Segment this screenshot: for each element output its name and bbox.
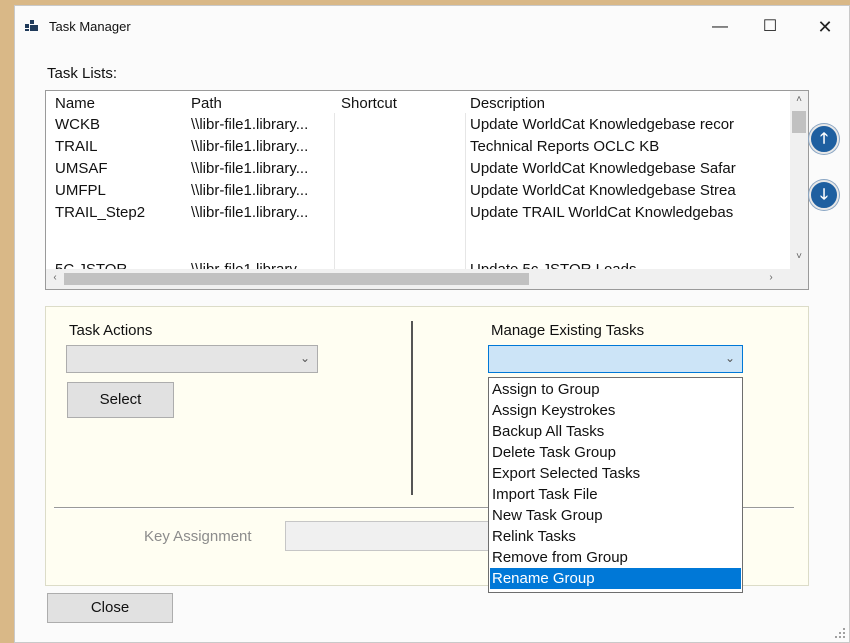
cell-path: \\libr-file1.library...: [191, 138, 309, 155]
dropdown-option[interactable]: New Task Group: [490, 505, 741, 526]
app-icon: [25, 20, 38, 31]
close-window-button[interactable]: ✕: [802, 12, 848, 42]
task-actions-label: Task Actions: [69, 322, 153, 339]
title-bar[interactable]: Task Manager — ☐ ✕: [15, 6, 849, 48]
dropdown-option[interactable]: Export Selected Tasks: [490, 463, 741, 484]
cell-path: \\libr-file1.library...: [189, 258, 337, 269]
dropdown-option[interactable]: Remove from Group: [490, 547, 741, 568]
column-header-shortcut[interactable]: Shortcut: [341, 92, 465, 115]
dropdown-option[interactable]: Backup All Tasks: [490, 421, 741, 442]
cell-name: WCKB: [55, 116, 100, 133]
cell-path: \\libr-file1.library...: [191, 160, 309, 177]
manage-existing-tasks-label: Manage Existing Tasks: [491, 322, 645, 339]
resize-grip-icon[interactable]: [835, 628, 845, 638]
cell-shortcut: [341, 201, 465, 224]
list-header: Name Path Shortcut Description: [46, 92, 790, 115]
scrollbar-corner: [790, 269, 808, 289]
column-header-description[interactable]: Description: [470, 92, 790, 115]
dropdown-option[interactable]: Assign to Group: [490, 379, 741, 400]
scroll-right-icon[interactable]: ›: [762, 272, 780, 283]
dropdown-option[interactable]: Import Task File: [490, 484, 741, 505]
key-assignment-input[interactable]: [285, 521, 490, 551]
cell-name: UMFPL: [55, 182, 106, 199]
maximize-button[interactable]: ☐: [747, 12, 793, 42]
column-header-name[interactable]: Name: [55, 92, 181, 115]
chevron-down-icon: ⌄: [724, 351, 735, 365]
task-list-content: Name Path Shortcut Description WCKB \\li…: [46, 91, 790, 269]
cell-shortcut: [341, 179, 465, 202]
vertical-scroll-thumb[interactable]: [792, 111, 806, 133]
cell-description: Update WorldCat Knowledgebase Safar: [470, 160, 736, 177]
scroll-down-icon[interactable]: ˅: [790, 251, 808, 262]
table-row[interactable]: UMFPL \\libr-file1.library... Update Wor…: [46, 179, 790, 202]
manage-tasks-select[interactable]: ⌄: [488, 345, 743, 373]
vertical-scrollbar[interactable]: ˄ ˅: [790, 91, 808, 269]
table-row[interactable]: TRAIL \\libr-file1.library... Technical …: [46, 135, 790, 158]
scroll-up-icon[interactable]: ˄: [790, 94, 808, 105]
move-up-button[interactable]: 🡑: [809, 124, 839, 154]
dropdown-option[interactable]: Delete Task Group: [490, 442, 741, 463]
cell-shortcut: [341, 113, 465, 136]
close-button[interactable]: Close: [47, 593, 173, 623]
select-button[interactable]: Select: [67, 382, 174, 418]
arrow-down-icon: 🡓: [820, 186, 828, 203]
task-list-view[interactable]: Name Path Shortcut Description WCKB \\li…: [45, 90, 809, 290]
cell-path: \\libr-file1.library...: [191, 116, 309, 133]
task-lists-label: Task Lists:: [47, 65, 118, 82]
cell-shortcut: [341, 135, 465, 158]
dropdown-option[interactable]: Relink Tasks: [490, 526, 741, 547]
dropdown-option[interactable]: Assign Keystrokes: [490, 400, 741, 421]
cell-name: TRAIL_Step2: [55, 204, 146, 221]
task-actions-select[interactable]: ⌄: [66, 345, 318, 373]
table-row[interactable]: TRAIL_Step2 \\libr-file1.library... Upda…: [46, 201, 790, 224]
table-row[interactable]: UMSAF \\libr-file1.library... Update Wor…: [46, 157, 790, 180]
cell-name: TRAIL: [55, 138, 98, 155]
cell-name: 5C JSTOR: [55, 258, 181, 269]
horizontal-scroll-thumb[interactable]: [64, 273, 529, 285]
arrow-up-icon: 🡑: [820, 130, 828, 147]
cell-description: Update WorldCat Knowledgebase Strea: [470, 182, 736, 199]
window-title: Task Manager: [49, 19, 131, 34]
cell-name: UMSAF: [55, 160, 108, 177]
scroll-left-icon[interactable]: ‹: [46, 272, 64, 283]
chevron-down-icon: ⌄: [299, 351, 310, 365]
cell-description: Technical Reports OCLC KB: [470, 138, 660, 155]
column-header-path[interactable]: Path: [189, 92, 337, 115]
cell-path: \\libr-file1.library...: [191, 204, 309, 221]
key-assignment-label: Key Assignment: [144, 528, 252, 545]
cell-shortcut: [341, 258, 465, 269]
horizontal-scrollbar[interactable]: ‹ ›: [46, 269, 790, 289]
cell-description: Update TRAIL WorldCat Knowledgebas: [470, 204, 734, 221]
cell-shortcut: [341, 157, 465, 180]
dropdown-option-highlighted[interactable]: Rename Group: [490, 568, 741, 589]
table-row[interactable]: WCKB \\libr-file1.library... Update Worl…: [46, 113, 790, 136]
cell-path: \\libr-file1.library...: [191, 182, 309, 199]
minimize-button[interactable]: —: [697, 12, 743, 42]
manage-tasks-dropdown-list[interactable]: Assign to Group Assign Keystrokes Backup…: [488, 377, 743, 593]
table-row[interactable]: 5C JSTOR \\libr-file1.library... Update …: [46, 258, 790, 269]
task-manager-window: Task Manager — ☐ ✕ Task Lists: Name Path…: [14, 5, 850, 643]
cell-description: Update 5c JSTOR Loads: [470, 258, 790, 269]
move-down-button[interactable]: 🡓: [809, 180, 839, 210]
cell-description: Update WorldCat Knowledgebase recor: [470, 116, 735, 133]
vertical-divider: [411, 321, 413, 495]
